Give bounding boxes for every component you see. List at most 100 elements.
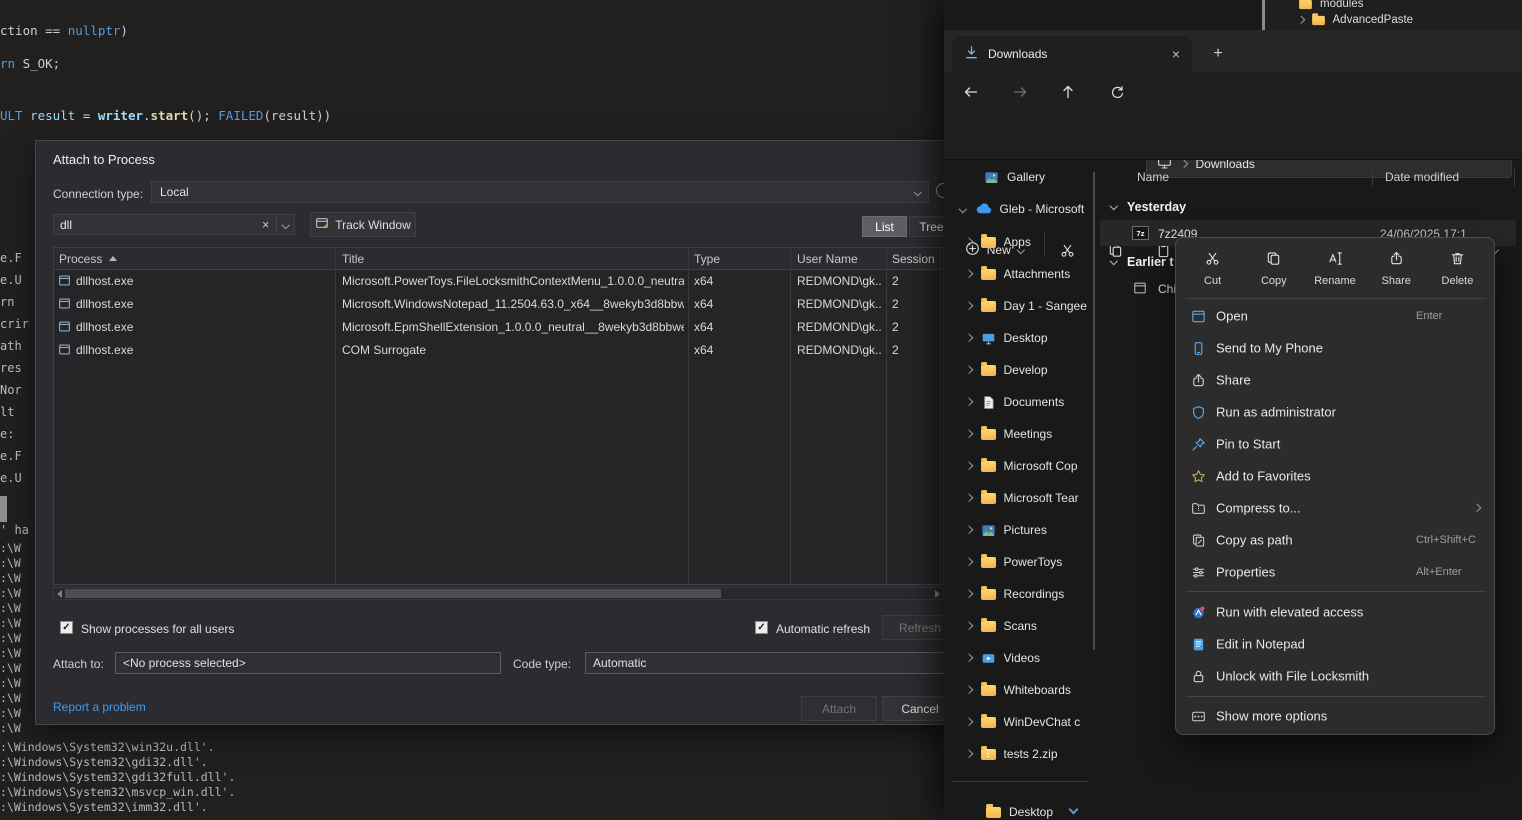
context-item-properties[interactable]: PropertiesAlt+Enter bbox=[1180, 556, 1492, 588]
chevron-right-icon[interactable] bbox=[965, 494, 973, 502]
sidebar-item-scans[interactable]: Scans bbox=[950, 611, 1090, 641]
table-row[interactable]: dllhost.exe Microsoft.EpmShellExtension_… bbox=[54, 316, 943, 339]
chevron-right-icon[interactable] bbox=[965, 750, 973, 758]
chevron-right-icon[interactable] bbox=[965, 558, 973, 566]
chevron-right-icon[interactable] bbox=[965, 302, 973, 310]
sidebar-item-apps[interactable]: Apps bbox=[950, 227, 1090, 257]
chevron-right-icon[interactable] bbox=[965, 622, 973, 630]
show-processes-checkbox[interactable] bbox=[60, 621, 73, 634]
sidebar-item-develop[interactable]: Develop bbox=[950, 355, 1090, 385]
automatic-refresh-checkbox[interactable] bbox=[755, 621, 768, 634]
column-divider[interactable] bbox=[1514, 169, 1515, 186]
chevron-right-icon[interactable] bbox=[1180, 160, 1188, 168]
chevron-right-icon[interactable] bbox=[1297, 16, 1305, 24]
context-item-add-to-favorites[interactable]: Add to Favorites bbox=[1180, 460, 1492, 492]
column-header-user-name[interactable]: User Name bbox=[797, 252, 858, 266]
table-row[interactable]: dllhost.exe Microsoft.PowerToys.FileLock… bbox=[54, 270, 943, 293]
context-item-open[interactable]: OpenEnter bbox=[1180, 300, 1492, 332]
context-item-share[interactable]: Share bbox=[1180, 364, 1492, 396]
chevron-right-icon[interactable] bbox=[965, 398, 973, 406]
column-header-name[interactable]: Name bbox=[1137, 170, 1169, 184]
table-row[interactable]: dllhost.exe COM Surrogate x64 REDMOND\gk… bbox=[54, 339, 943, 362]
list-view-button[interactable]: List bbox=[862, 216, 907, 237]
sidebar-item-attachments[interactable]: Attachments bbox=[950, 259, 1090, 289]
clear-filter-icon[interactable]: × bbox=[262, 218, 270, 231]
chevron-right-icon[interactable] bbox=[965, 238, 973, 246]
chevron-right-icon[interactable] bbox=[965, 462, 973, 470]
sidebar-item-meetings[interactable]: Meetings bbox=[950, 419, 1090, 449]
context-item-run-as-administrator[interactable]: Run as administrator bbox=[1180, 396, 1492, 428]
background-scrollbar-thumb[interactable] bbox=[1262, 0, 1265, 30]
sidebar-item-gallery[interactable]: Gallery bbox=[950, 162, 1090, 192]
collapse-group-icon[interactable] bbox=[1110, 202, 1118, 210]
forward-button[interactable] bbox=[1007, 79, 1033, 105]
column-header-process[interactable]: Process bbox=[59, 252, 102, 266]
list-scrollbar[interactable] bbox=[1093, 172, 1095, 650]
chevron-right-icon[interactable] bbox=[965, 590, 973, 598]
sidebar-item-whiteboards[interactable]: Whiteboards bbox=[950, 675, 1090, 705]
attach-to-field[interactable]: <No process selected> bbox=[115, 652, 501, 674]
context-item-compress-to[interactable]: Compress to... bbox=[1180, 492, 1492, 524]
process-filter-input[interactable]: dll × bbox=[53, 214, 295, 235]
code-type-field[interactable]: Automatic bbox=[585, 652, 965, 674]
chevron-right-icon[interactable] bbox=[965, 718, 973, 726]
scroll-right-icon[interactable] bbox=[935, 590, 940, 598]
quick-cut-button[interactable]: Cut bbox=[1182, 243, 1243, 295]
context-item-show-more-options[interactable]: Show more options bbox=[1180, 700, 1492, 732]
column-header-title[interactable]: Title bbox=[342, 252, 364, 266]
quick-rename-button[interactable]: Rename bbox=[1304, 243, 1365, 295]
chevron-right-icon[interactable] bbox=[965, 366, 973, 374]
scrollbar-thumb[interactable] bbox=[65, 589, 721, 598]
chevron-down-icon[interactable] bbox=[281, 221, 289, 229]
sidebar-item-videos[interactable]: Videos bbox=[950, 643, 1090, 673]
column-header-type[interactable]: Type bbox=[694, 252, 720, 266]
context-item-edit-in-notepad[interactable]: Edit in Notepad bbox=[1180, 628, 1492, 660]
context-item-unlock-with-file-locksmith[interactable]: Unlock with File Locksmith bbox=[1180, 660, 1492, 692]
sidebar-item-documents[interactable]: Documents bbox=[950, 387, 1090, 417]
chevron-right-icon[interactable] bbox=[965, 654, 973, 662]
chevron-right-icon[interactable] bbox=[965, 686, 973, 694]
track-window-button[interactable]: Track Window bbox=[310, 212, 416, 237]
connection-type-select[interactable]: Local bbox=[151, 181, 929, 203]
quick-share-button[interactable]: Share bbox=[1366, 243, 1427, 295]
up-button[interactable] bbox=[1055, 79, 1081, 105]
sidebar-item-tests-2-zip[interactable]: tests 2.zip bbox=[950, 739, 1090, 769]
column-header-date-modified[interactable]: Date modified bbox=[1385, 170, 1459, 184]
context-item-run-with-elevated-access[interactable]: Run with elevated access bbox=[1180, 596, 1492, 628]
column-divider[interactable] bbox=[1372, 169, 1373, 186]
chevron-right-icon[interactable] bbox=[965, 270, 973, 278]
chevron-right-icon[interactable] bbox=[965, 334, 973, 342]
attach-button[interactable]: Attach bbox=[801, 696, 877, 721]
report-problem-link[interactable]: Report a problem bbox=[53, 700, 146, 714]
sidebar-item-recordings[interactable]: Recordings bbox=[950, 579, 1090, 609]
chevron-down-icon[interactable] bbox=[959, 205, 967, 213]
group-earlier[interactable]: Earlier t bbox=[1127, 255, 1174, 269]
sidebar-item-microsoft-tear[interactable]: Microsoft Tear bbox=[950, 483, 1090, 513]
sidebar-item-pictures[interactable]: Pictures bbox=[950, 515, 1090, 545]
context-item-send-to-my-phone[interactable]: Send to My Phone bbox=[1180, 332, 1492, 364]
quick-copy-button[interactable]: Copy bbox=[1243, 243, 1304, 295]
background-tree-item-advancedpaste[interactable]: AdvancedPaste bbox=[1298, 11, 1413, 29]
sidebar-item-day-1-sangee[interactable]: Day 1 - Sangee bbox=[950, 291, 1090, 321]
group-yesterday[interactable]: Yesterday bbox=[1127, 200, 1186, 214]
context-item-pin-to-start[interactable]: Pin to Start bbox=[1180, 428, 1492, 460]
new-tab-button[interactable]: + bbox=[1206, 42, 1230, 66]
tab-close-icon[interactable]: × bbox=[1172, 46, 1180, 62]
sidebar-item-onedrive[interactable]: Gleb - Microsoft bbox=[950, 194, 1090, 224]
sidebar-item-desktop[interactable]: Desktop bbox=[950, 323, 1090, 353]
horizontal-scrollbar[interactable] bbox=[53, 587, 944, 600]
chevron-right-icon[interactable] bbox=[965, 430, 973, 438]
sidebar-item-powertoys[interactable]: PowerToys bbox=[950, 547, 1090, 577]
refresh-button[interactable] bbox=[1104, 79, 1130, 105]
tab-downloads[interactable]: Downloads × bbox=[952, 36, 1192, 72]
table-row[interactable]: dllhost.exe Microsoft.WindowsNotepad_11.… bbox=[54, 293, 943, 316]
sidebar-item-windevchat[interactable]: WinDevChat c bbox=[950, 707, 1090, 737]
sidebar-item-microsoft-cop[interactable]: Microsoft Cop bbox=[950, 451, 1090, 481]
scroll-left-icon[interactable] bbox=[57, 590, 62, 598]
editor-scrollbar-thumb[interactable] bbox=[0, 496, 7, 522]
back-button[interactable] bbox=[958, 79, 984, 105]
quick-delete-button[interactable]: Delete bbox=[1427, 243, 1488, 295]
chevron-right-icon[interactable] bbox=[965, 526, 973, 534]
column-header-session[interactable]: Session bbox=[892, 252, 935, 266]
context-item-copy-as-path[interactable]: Copy as pathCtrl+Shift+C bbox=[1180, 524, 1492, 556]
